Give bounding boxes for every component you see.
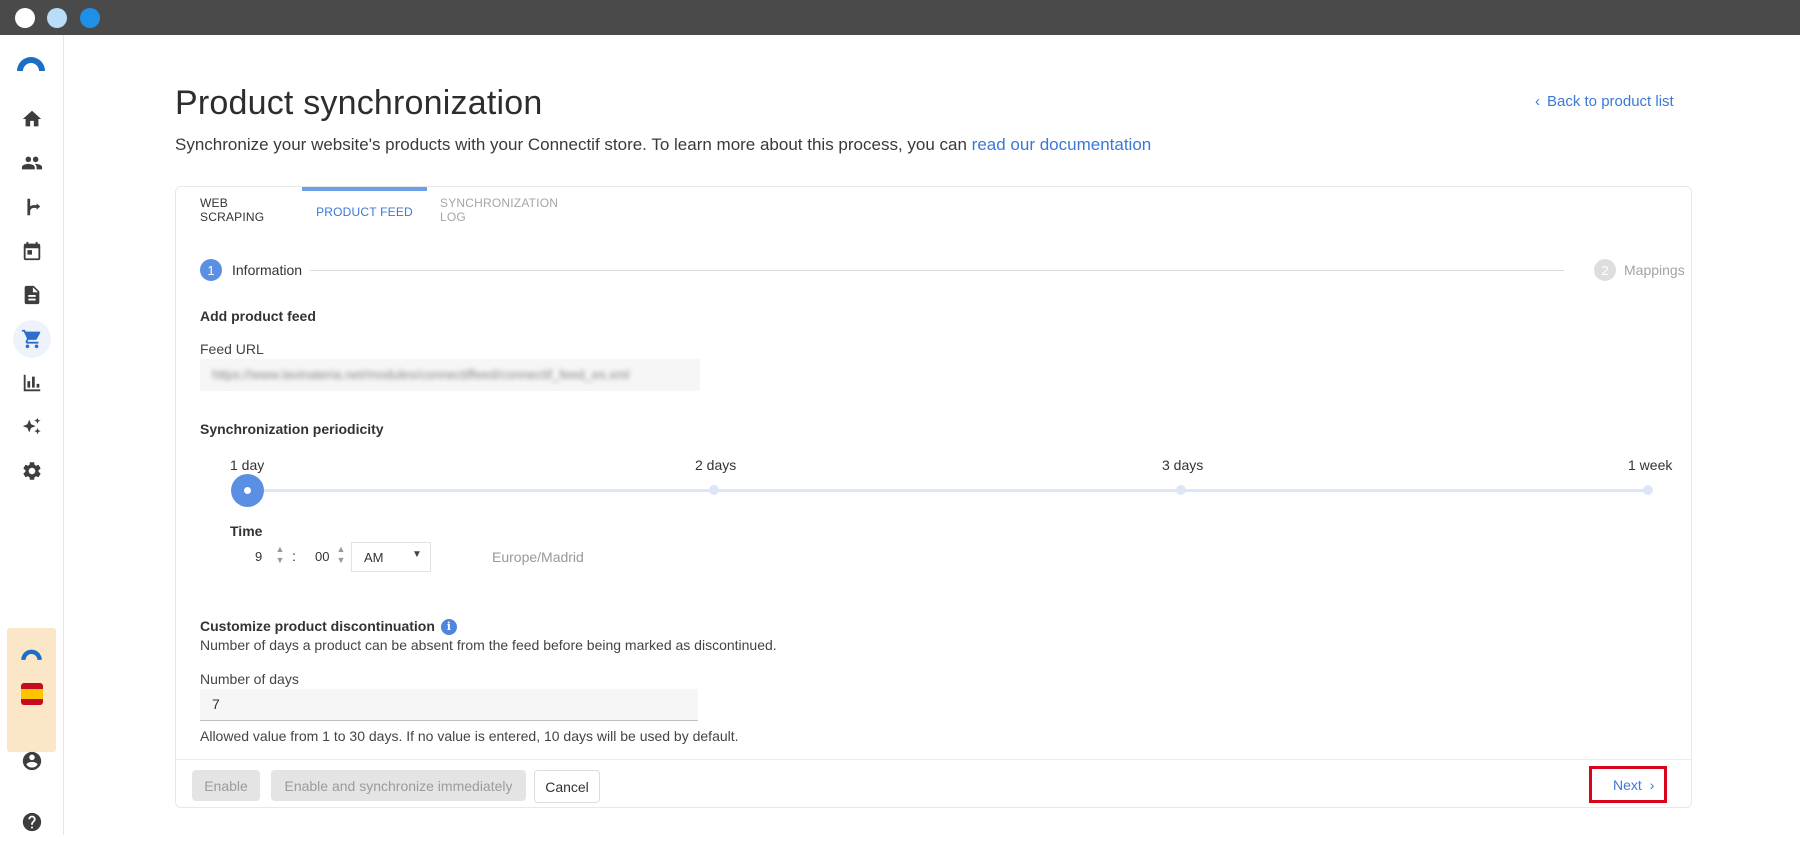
periodicity-option-1-day: 1 day (230, 457, 265, 473)
card-footer: Enable Enable and synchronize immediatel… (176, 759, 1691, 808)
hour-input[interactable]: 9 ▲ ▼ (230, 542, 284, 570)
nav-content[interactable] (13, 276, 51, 314)
tab-synchronization-log: SYNCHRONIZATION LOG (440, 196, 559, 224)
periodicity-slider-thumb[interactable] (231, 474, 264, 507)
number-of-days-input[interactable]: 7 (200, 689, 698, 721)
step-2-label: Mappings (1624, 262, 1685, 278)
add-feed-title: Add product feed (200, 308, 316, 324)
page-title: Product synchronization (175, 84, 543, 122)
nav-settings[interactable] (13, 452, 51, 490)
step-1-number: 1 (200, 259, 222, 281)
tab-product-feed[interactable]: PRODUCT FEED (302, 187, 427, 233)
bar-chart-icon (23, 374, 41, 392)
page-subtitle: Synchronize your website's products with… (175, 135, 1152, 154)
workflow-icon (27, 198, 41, 216)
back-to-product-list-link[interactable]: ‹ Back to product list (1535, 93, 1674, 110)
minute-down-icon[interactable]: ▼ (336, 556, 346, 565)
window-titlebar (0, 0, 1800, 35)
nav-ai[interactable] (13, 408, 51, 446)
store-logo-icon (21, 649, 42, 660)
hour-down-icon[interactable]: ▼ (275, 556, 285, 565)
user-account-icon (22, 751, 42, 771)
hour-up-icon[interactable]: ▲ (275, 545, 285, 554)
discontinuation-description: Number of days a product can be absent f… (200, 637, 777, 653)
step-1-label: Information (232, 262, 303, 278)
nav-contacts[interactable] (13, 144, 51, 182)
feed-url-label: Feed URL (200, 341, 264, 357)
nav-user[interactable] (13, 742, 51, 780)
enable-and-sync-button: Enable and synchronize immediately (271, 770, 526, 801)
minute-up-icon[interactable]: ▲ (336, 545, 346, 554)
time-separator: : (292, 548, 296, 564)
nav-help[interactable] (13, 803, 51, 841)
feed-url-value: https://www.lavinateria.net/modules/conn… (212, 367, 630, 382)
slider-tick-3-days[interactable] (1176, 485, 1186, 495)
days-help-text: Allowed value from 1 to 30 days. If no v… (200, 728, 739, 744)
periodicity-slider-track[interactable] (246, 489, 1651, 492)
nav-reports[interactable] (13, 364, 51, 402)
timezone-label: Europe/Madrid (492, 549, 584, 565)
window-close-dot[interactable] (15, 8, 35, 28)
nav-store[interactable] (13, 320, 51, 358)
feed-url-field[interactable]: https://www.lavinateria.net/modules/conn… (200, 359, 700, 391)
nav-home[interactable] (13, 100, 51, 138)
shopping-cart-icon (21, 329, 41, 349)
chevron-right-icon: › (1649, 777, 1655, 793)
spain-flag-icon (21, 683, 43, 705)
sync-card: WEB SCRAPING PRODUCT FEED SYNCHRONIZATIO… (175, 186, 1692, 808)
people-icon (21, 156, 43, 170)
chevron-left-icon: ‹ (1535, 93, 1540, 110)
sparkles-icon (22, 417, 41, 435)
minute-input[interactable]: 00 ▲ ▼ (302, 542, 348, 570)
number-of-days-label: Number of days (200, 671, 299, 687)
cancel-button[interactable]: Cancel (534, 770, 600, 803)
step-2-number: 2 (1594, 259, 1616, 281)
account-switcher[interactable] (7, 628, 56, 752)
next-button[interactable]: Next › (1613, 777, 1654, 793)
ampm-select[interactable]: AM ▼ (351, 542, 431, 572)
dropdown-arrow-icon: ▼ (412, 549, 422, 560)
periodicity-option-3-days: 3 days (1162, 457, 1204, 473)
document-icon (24, 285, 40, 305)
time-label: Time (230, 523, 263, 539)
discontinuation-title: Customize product discontinuation i (200, 618, 457, 635)
nav-workflows[interactable] (13, 188, 51, 226)
sidebar (0, 35, 64, 835)
periodicity-option-1-week: 1 week (1628, 457, 1673, 473)
app-logo-icon[interactable] (14, 53, 48, 73)
help-icon (22, 812, 42, 832)
window-minimize-dot[interactable] (47, 8, 67, 28)
periodicity-option-2-days: 2 days (695, 457, 737, 473)
gear-icon (23, 462, 41, 480)
calendar-icon (23, 241, 41, 261)
tab-web-scraping[interactable]: WEB SCRAPING (200, 187, 278, 233)
stepper-connector (310, 270, 1564, 271)
periodicity-title: Synchronization periodicity (200, 421, 384, 437)
stepper: 1 Information 2 Mappings (200, 259, 1685, 283)
info-icon[interactable]: i (440, 619, 457, 635)
slider-tick-1-week[interactable] (1643, 485, 1653, 495)
slider-tick-2-days[interactable] (709, 485, 719, 495)
documentation-link[interactable]: read our documentation (972, 135, 1152, 154)
enable-button: Enable (192, 770, 260, 801)
nav-calendar[interactable] (13, 232, 51, 270)
home-icon (22, 110, 42, 127)
window-maximize-dot[interactable] (80, 8, 100, 28)
